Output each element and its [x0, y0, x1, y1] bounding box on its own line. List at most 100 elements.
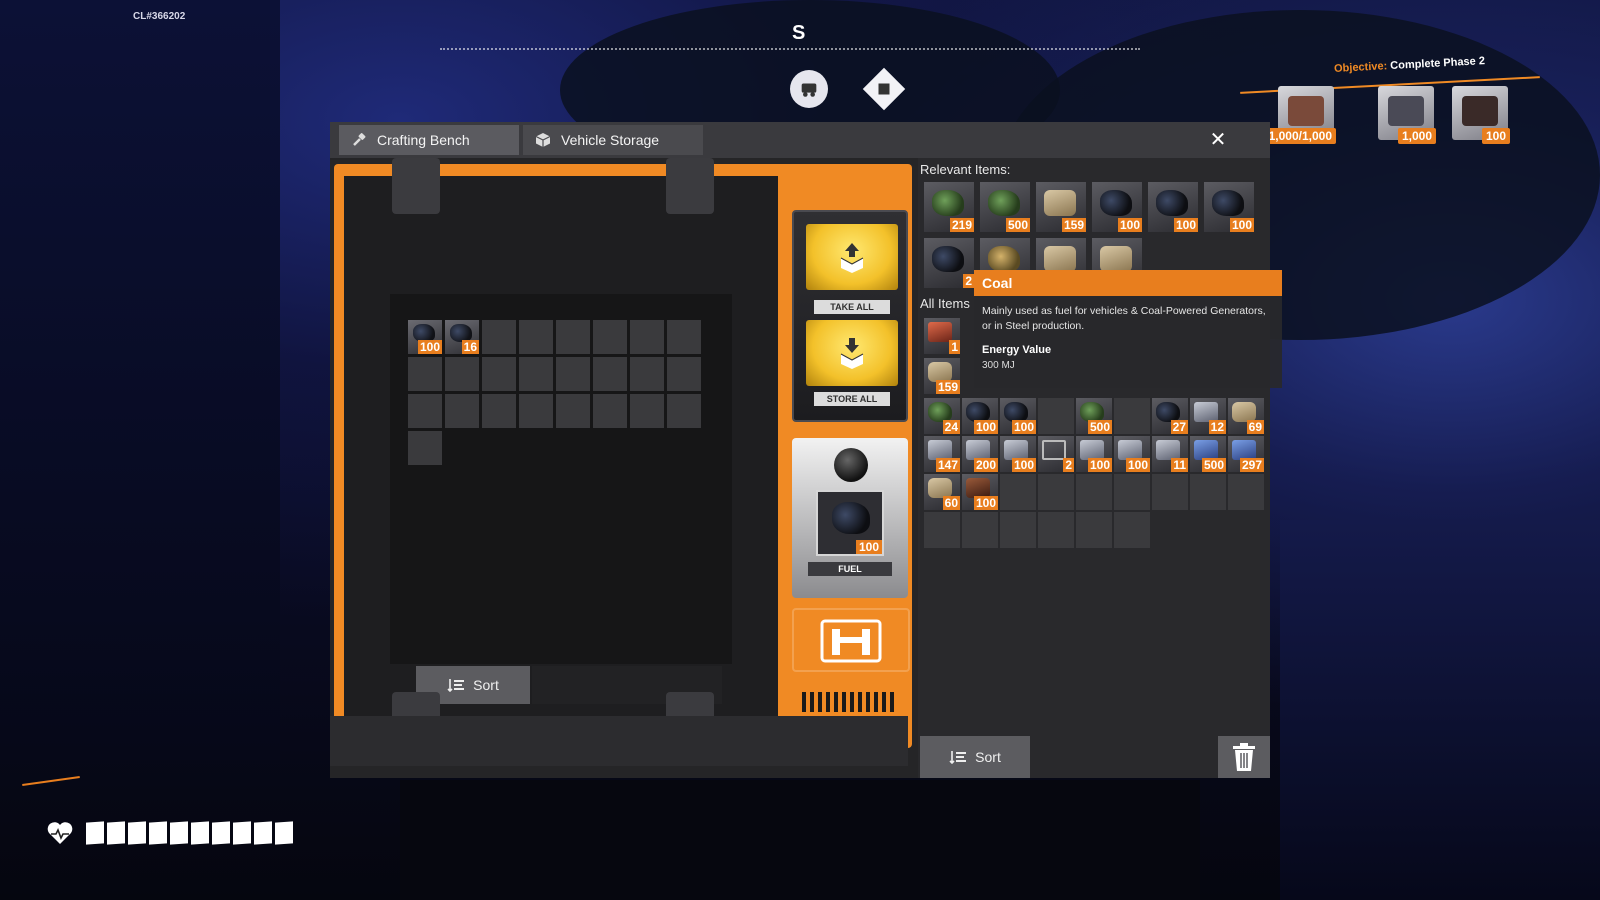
- relevant-item-slot[interactable]: 500: [980, 182, 1030, 232]
- inventory-slot[interactable]: 100: [1000, 436, 1036, 472]
- coal-icon: [1100, 190, 1132, 216]
- inventory-slot[interactable]: 11: [1152, 436, 1188, 472]
- close-button[interactable]: ✕: [1206, 128, 1230, 152]
- storage-slot[interactable]: [593, 357, 627, 391]
- vent-slit: [858, 692, 862, 712]
- storage-slot[interactable]: [593, 394, 627, 428]
- inventory-slot[interactable]: 100: [1000, 398, 1036, 434]
- inventory-slot[interactable]: [1228, 474, 1264, 510]
- inventory-slot[interactable]: 200: [962, 436, 998, 472]
- inventory-slot[interactable]: [1076, 512, 1112, 548]
- inventory-slot[interactable]: 69: [1228, 398, 1264, 434]
- storage-slot[interactable]: [630, 320, 664, 354]
- storage-slot[interactable]: [667, 357, 701, 391]
- inventory-slot[interactable]: 27: [1152, 398, 1188, 434]
- inventory-slot[interactable]: [1000, 512, 1036, 548]
- barrel-icon: [966, 478, 990, 498]
- hammer-icon: [353, 133, 366, 146]
- inventory-slot[interactable]: 297: [1228, 436, 1264, 472]
- inventory-slot[interactable]: [1152, 474, 1188, 510]
- inventory-slot[interactable]: 100: [1114, 436, 1150, 472]
- storage-slot[interactable]: 16: [445, 320, 479, 354]
- inventory-slot[interactable]: [1114, 512, 1150, 548]
- relevant-item-slot[interactable]: 100: [1204, 182, 1254, 232]
- health-segment: [128, 821, 146, 845]
- inventory-slot[interactable]: [1076, 474, 1112, 510]
- relevant-item-slot[interactable]: 100: [1148, 182, 1198, 232]
- inventory-slot[interactable]: 100: [1076, 436, 1112, 472]
- inventory-slot[interactable]: [1038, 474, 1074, 510]
- storage-slot[interactable]: [593, 320, 627, 354]
- storage-grid: 100 16: [390, 294, 732, 664]
- inventory-slot[interactable]: [1114, 398, 1150, 434]
- metal-icon: [1004, 440, 1028, 460]
- storage-slot[interactable]: [519, 394, 553, 428]
- inventory-slot[interactable]: [1038, 512, 1074, 548]
- item-quantity: 159: [935, 380, 960, 394]
- inventory-slot[interactable]: [1000, 474, 1036, 510]
- storage-slot[interactable]: [667, 394, 701, 428]
- inventory-slot[interactable]: [1190, 474, 1226, 510]
- storage-slot[interactable]: [556, 394, 590, 428]
- relevant-item-slot[interactable]: 100: [1092, 182, 1142, 232]
- relevant-item-slot[interactable]: 2: [924, 238, 974, 288]
- inventory-slot[interactable]: [924, 512, 960, 548]
- red-icon: [928, 322, 952, 342]
- inventory-slot[interactable]: 100: [962, 474, 998, 510]
- relevant-item-slot[interactable]: 159: [1036, 182, 1086, 232]
- inventory-slot[interactable]: 1: [924, 318, 960, 354]
- vehicle-storage-icon-button[interactable]: [792, 608, 910, 672]
- storage-slot[interactable]: [630, 394, 664, 428]
- storage-slot[interactable]: [482, 357, 516, 391]
- inventory-slot[interactable]: [1038, 398, 1074, 434]
- inventory-slot[interactable]: 159: [924, 358, 960, 394]
- objective-item-count: 1,000: [1397, 128, 1436, 144]
- storage-slot[interactable]: [519, 320, 553, 354]
- tooltip-stat-value: 300 MJ: [982, 360, 1015, 371]
- player-inventory: Relevant Items: 219 500 159 100 100 100 2 All …: [918, 158, 1270, 778]
- inventory-slot[interactable]: [962, 512, 998, 548]
- inventory-slot[interactable]: 60: [924, 474, 960, 510]
- item-quantity: 69: [1246, 420, 1264, 434]
- platform-silhouette: [1280, 520, 1600, 900]
- ground-silhouette: [400, 780, 1200, 900]
- storage-slot[interactable]: [408, 394, 442, 428]
- storage-slot[interactable]: [519, 357, 553, 391]
- storage-slot[interactable]: [445, 357, 479, 391]
- storage-slot[interactable]: [482, 394, 516, 428]
- take-all-button[interactable]: [806, 224, 898, 290]
- trash-button[interactable]: [1218, 736, 1270, 778]
- inventory-slot[interactable]: 12: [1190, 398, 1226, 434]
- inventory-slot[interactable]: 500: [1076, 398, 1112, 434]
- inventory-slot[interactable]: 147: [924, 436, 960, 472]
- storage-slot[interactable]: 100: [408, 320, 442, 354]
- tab-vehicle-storage[interactable]: Vehicle Storage: [523, 125, 703, 155]
- metal-icon: [1194, 402, 1218, 422]
- ore-icon: [988, 246, 1020, 272]
- storage-slot[interactable]: [556, 357, 590, 391]
- hud-accent-line: [22, 775, 80, 787]
- storage-slot[interactable]: [408, 357, 442, 391]
- relevant-item-slot[interactable]: 219: [924, 182, 974, 232]
- storage-slot[interactable]: [482, 320, 516, 354]
- objective-label: Objective:: [1333, 60, 1388, 75]
- inventory-window: Crafting Bench Vehicle Storage ✕ 100 16 S…: [330, 122, 1282, 778]
- store-all-button[interactable]: [806, 320, 898, 386]
- box-icon: [535, 133, 551, 147]
- storage-slot[interactable]: [630, 357, 664, 391]
- inventory-slot[interactable]: 500: [1190, 436, 1226, 472]
- inventory-sort-button[interactable]: Sort: [920, 736, 1030, 778]
- inventory-slot[interactable]: 24: [924, 398, 960, 434]
- storage-slot[interactable]: [408, 431, 442, 465]
- storage-slot[interactable]: [556, 320, 590, 354]
- inventory-slot[interactable]: 2: [1038, 436, 1074, 472]
- item-quantity: 12: [1208, 420, 1226, 434]
- storage-slot[interactable]: [667, 320, 701, 354]
- objective-item-count: 1,000/1,000: [1264, 128, 1336, 144]
- inventory-slot[interactable]: 100: [962, 398, 998, 434]
- tab-crafting-bench[interactable]: Crafting Bench: [339, 125, 519, 155]
- storage-base: [330, 716, 908, 766]
- inventory-slot[interactable]: [1114, 474, 1150, 510]
- storage-slot[interactable]: [445, 394, 479, 428]
- fuel-slot[interactable]: 100: [816, 490, 884, 556]
